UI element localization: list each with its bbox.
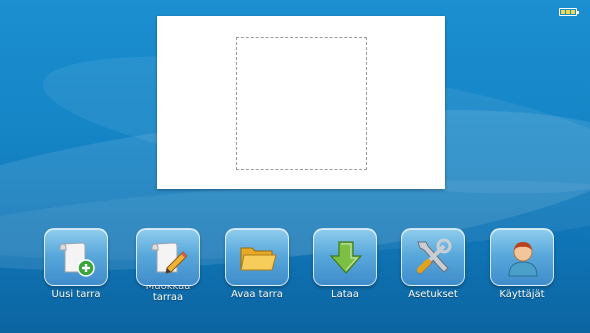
edit-label-tile[interactable] [136, 228, 200, 286]
edit-label-icon [151, 242, 188, 274]
edit-label-button[interactable]: Muokkaa tarraa [130, 228, 206, 303]
users-tile[interactable] [490, 228, 554, 286]
users-caption: Käyttäjät [499, 289, 545, 300]
settings-tile[interactable] [401, 228, 465, 286]
download-button[interactable]: Lataa [307, 228, 383, 300]
printable-area [236, 37, 367, 170]
new-label-tile[interactable] [44, 228, 108, 286]
open-label-button[interactable]: Avaa tarra [219, 228, 295, 300]
battery-icon [559, 8, 579, 16]
open-label-tile[interactable] [225, 228, 289, 286]
open-label-caption: Avaa tarra [231, 289, 283, 300]
user-icon [508, 242, 538, 277]
users-button[interactable]: Käyttäjät [484, 228, 560, 300]
settings-tools-icon [417, 238, 452, 275]
main-toolbar: Uusi tarra Muokkaa tarraa Avaa tarra Lat… [0, 225, 590, 333]
open-folder-icon [240, 247, 277, 271]
new-label-icon [59, 242, 95, 277]
download-arrow-icon [329, 241, 363, 274]
settings-button[interactable]: Asetukset [395, 228, 471, 300]
download-tile[interactable] [313, 228, 377, 286]
settings-caption: Asetukset [408, 289, 458, 300]
new-label-button[interactable]: Uusi tarra [38, 228, 114, 300]
new-label-caption: Uusi tarra [51, 289, 101, 300]
download-caption: Lataa [331, 289, 359, 300]
label-preview [157, 16, 445, 189]
